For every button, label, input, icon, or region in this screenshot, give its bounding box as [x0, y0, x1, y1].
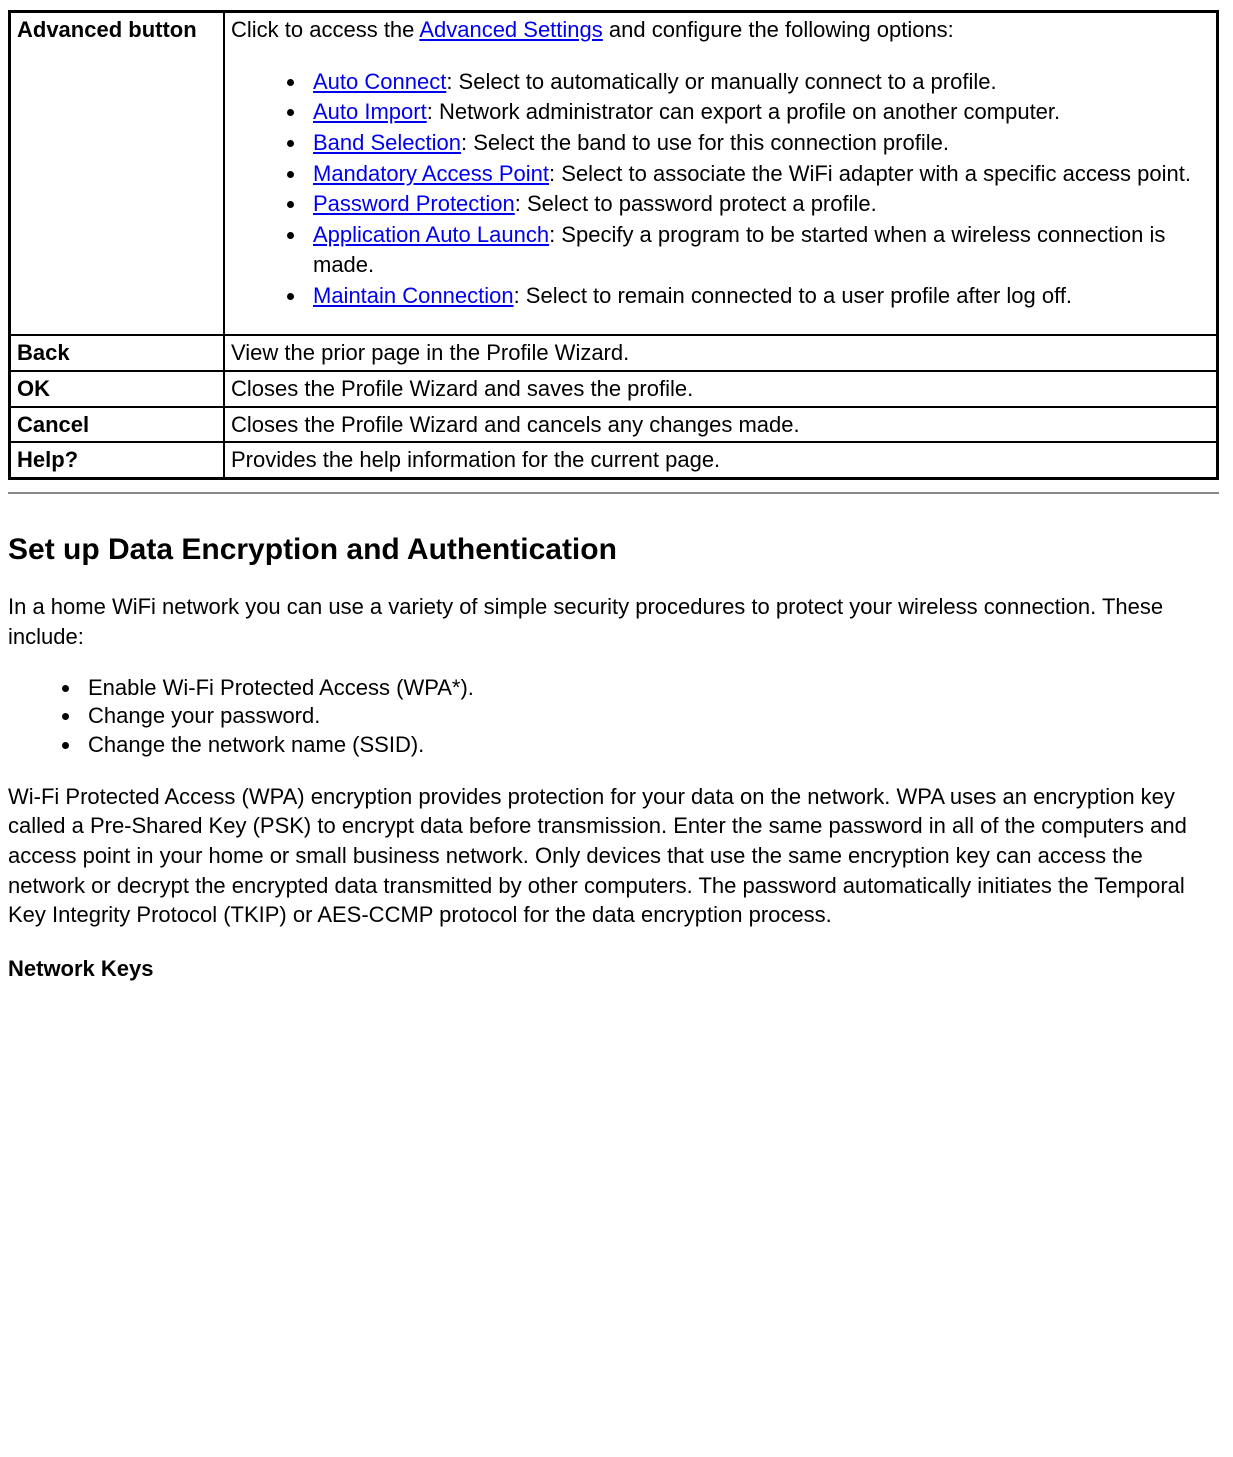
- list-item: Auto Import: Network administrator can e…: [307, 97, 1210, 127]
- row-desc-cancel: Closes the Profile Wizard and cancels an…: [224, 407, 1218, 443]
- list-item: Application Auto Launch: Specify a progr…: [307, 220, 1210, 279]
- table-row: Back View the prior page in the Profile …: [10, 335, 1218, 371]
- list-item: Password Protection: Select to password …: [307, 189, 1210, 219]
- band-selection-link[interactable]: Band Selection: [313, 130, 461, 155]
- intro-text-after: and configure the following options:: [603, 17, 954, 42]
- row-desc-advanced: Click to access the Advanced Settings an…: [224, 12, 1218, 336]
- item-text: : Select to associate the WiFi adapter w…: [549, 161, 1191, 186]
- row-label-cancel: Cancel: [10, 407, 225, 443]
- row-label-back: Back: [10, 335, 225, 371]
- password-protection-link[interactable]: Password Protection: [313, 191, 515, 216]
- mandatory-access-point-link[interactable]: Mandatory Access Point: [313, 161, 549, 186]
- item-text: : Select to password protect a profile.: [515, 191, 877, 216]
- intro-text-before: Click to access the: [231, 17, 419, 42]
- auto-import-link[interactable]: Auto Import: [313, 99, 427, 124]
- section-heading: Set up Data Encryption and Authenticatio…: [8, 530, 1219, 571]
- row-desc-help: Provides the help information for the cu…: [224, 442, 1218, 478]
- item-text: : Network administrator can export a pro…: [427, 99, 1060, 124]
- maintain-connection-link[interactable]: Maintain Connection: [313, 283, 514, 308]
- list-item: Change the network name (SSID).: [82, 731, 1219, 760]
- section-divider: [8, 492, 1219, 494]
- table-row: OK Closes the Profile Wizard and saves t…: [10, 371, 1218, 407]
- list-item: Auto Connect: Select to automatically or…: [307, 67, 1210, 97]
- item-text: : Select to remain connected to a user p…: [514, 283, 1072, 308]
- wpa-description-paragraph: Wi-Fi Protected Access (WPA) encryption …: [8, 782, 1219, 930]
- row-label-advanced: Advanced button: [10, 12, 225, 336]
- advanced-settings-link[interactable]: Advanced Settings: [419, 17, 602, 42]
- table-row: Advanced button Click to access the Adva…: [10, 12, 1218, 336]
- row-label-help: Help?: [10, 442, 225, 478]
- security-procedures-list: Enable Wi-Fi Protected Access (WPA*). Ch…: [8, 674, 1219, 760]
- row-desc-ok: Closes the Profile Wizard and saves the …: [224, 371, 1218, 407]
- list-item: Band Selection: Select the band to use f…: [307, 128, 1210, 158]
- item-text: : Select to automatically or manually co…: [446, 69, 996, 94]
- auto-connect-link[interactable]: Auto Connect: [313, 69, 446, 94]
- section-intro-paragraph: In a home WiFi network you can use a var…: [8, 592, 1219, 651]
- list-item: Mandatory Access Point: Select to associ…: [307, 159, 1210, 189]
- list-item: Enable Wi-Fi Protected Access (WPA*).: [82, 674, 1219, 703]
- list-item: Change your password.: [82, 702, 1219, 731]
- application-auto-launch-link[interactable]: Application Auto Launch: [313, 222, 549, 247]
- table-row: Cancel Closes the Profile Wizard and can…: [10, 407, 1218, 443]
- network-keys-subheading: Network Keys: [8, 954, 1219, 984]
- item-text: : Select the band to use for this connec…: [461, 130, 949, 155]
- list-item: Maintain Connection: Select to remain co…: [307, 281, 1210, 311]
- advanced-options-list: Auto Connect: Select to automatically or…: [231, 67, 1210, 311]
- row-label-ok: OK: [10, 371, 225, 407]
- row-desc-back: View the prior page in the Profile Wizar…: [224, 335, 1218, 371]
- settings-table: Advanced button Click to access the Adva…: [8, 10, 1219, 480]
- table-row: Help? Provides the help information for …: [10, 442, 1218, 478]
